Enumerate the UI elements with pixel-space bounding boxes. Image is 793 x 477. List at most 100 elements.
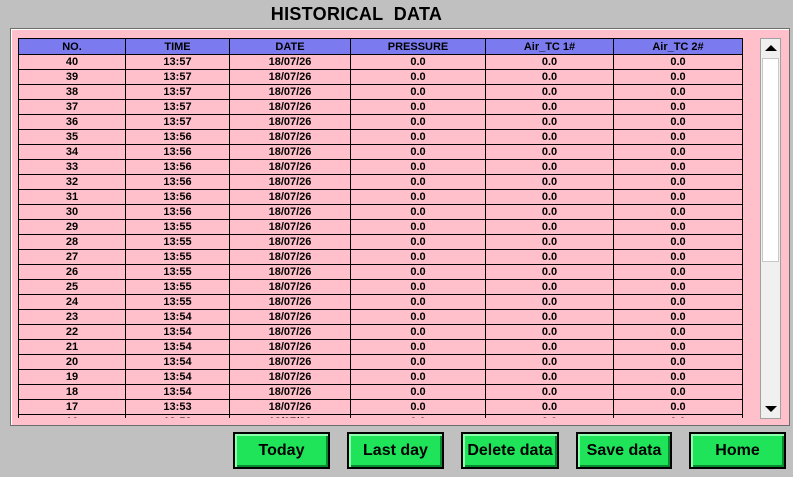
scroll-down-button[interactable]: [761, 400, 780, 418]
cell-pressure: 0.0: [350, 129, 486, 145]
today-button[interactable]: Today: [233, 432, 330, 469]
cell-air-tc-1: 0.0: [485, 354, 614, 370]
cell-air-tc-1: 0.0: [485, 399, 614, 415]
cell-pressure: 0.0: [350, 399, 486, 415]
table-row[interactable]: 36 13:57 18/07/26 0.0 0.0 0.0: [18, 114, 743, 130]
table-row[interactable]: 1613:5318/07/260.00.00.0: [18, 414, 743, 418]
table-row[interactable]: 25 13:55 18/07/26 0.0 0.0 0.0: [18, 279, 743, 295]
table-row[interactable]: 21 13:54 18/07/26 0.0 0.0 0.0: [18, 339, 743, 355]
cell-date: 18/07/26: [229, 414, 351, 418]
table-row[interactable]: 31 13:56 18/07/26 0.0 0.0 0.0: [18, 189, 743, 205]
cell-time: 13:56: [125, 159, 230, 175]
delete-data-button[interactable]: Delete data: [461, 432, 559, 469]
cell-time: 13:53: [125, 399, 230, 415]
column-header-air-tc-2[interactable]: Air_TC 2#: [613, 38, 743, 55]
column-header-air-tc-1[interactable]: Air_TC 1#: [485, 38, 614, 55]
table-row[interactable]: 22 13:54 18/07/26 0.0 0.0 0.0: [18, 324, 743, 340]
cell-air-tc-2: 0.0: [613, 309, 743, 325]
cell-date: 18/07/26: [229, 354, 351, 370]
table-row[interactable]: 38 13:57 18/07/26 0.0 0.0 0.0: [18, 84, 743, 100]
table-row[interactable]: 17 13:53 18/07/26 0.0 0.0 0.0: [18, 399, 743, 415]
cell-no: 24: [18, 294, 126, 310]
cell-air-tc-1: 0.0: [485, 144, 614, 160]
cell-air-tc-1: 0.0: [485, 369, 614, 385]
table-row[interactable]: 23 13:54 18/07/26 0.0 0.0 0.0: [18, 309, 743, 325]
table-row[interactable]: 18 13:54 18/07/26 0.0 0.0 0.0: [18, 384, 743, 400]
cell-date: 18/07/26: [229, 309, 351, 325]
cell-air-tc-1: 0.0: [485, 294, 614, 310]
table-row[interactable]: 33 13:56 18/07/26 0.0 0.0 0.0: [18, 159, 743, 175]
cell-no: 39: [18, 69, 126, 85]
cell-date: 18/07/26: [229, 159, 351, 175]
cell-pressure: 0.0: [350, 384, 486, 400]
table-row[interactable]: 29 13:55 18/07/26 0.0 0.0 0.0: [18, 219, 743, 235]
scroll-up-button[interactable]: [761, 39, 780, 57]
cell-air-tc-1: 0.0: [485, 414, 614, 418]
cell-air-tc-1: 0.0: [485, 99, 614, 115]
cell-no: 26: [18, 264, 126, 280]
table-row[interactable]: 32 13:56 18/07/26 0.0 0.0 0.0: [18, 174, 743, 190]
cell-no: 16: [18, 414, 126, 418]
cell-no: 40: [18, 54, 126, 70]
home-button[interactable]: Home: [689, 432, 786, 469]
cell-air-tc-2: 0.0: [613, 144, 743, 160]
table-row[interactable]: 20 13:54 18/07/26 0.0 0.0 0.0: [18, 354, 743, 370]
cell-pressure: 0.0: [350, 189, 486, 205]
cell-pressure: 0.0: [350, 174, 486, 190]
cell-no: 22: [18, 324, 126, 340]
cell-time: 13:57: [125, 54, 230, 70]
cell-no: 34: [18, 144, 126, 160]
cell-air-tc-1: 0.0: [485, 249, 614, 265]
cell-time: 13:56: [125, 174, 230, 190]
cell-pressure: 0.0: [350, 249, 486, 265]
cell-air-tc-2: 0.0: [613, 384, 743, 400]
cell-air-tc-1: 0.0: [485, 264, 614, 280]
table-row[interactable]: 30 13:56 18/07/26 0.0 0.0 0.0: [18, 204, 743, 220]
cell-air-tc-1: 0.0: [485, 69, 614, 85]
cell-date: 18/07/26: [229, 249, 351, 265]
cell-no: 32: [18, 174, 126, 190]
cell-air-tc-2: 0.0: [613, 249, 743, 265]
cell-date: 18/07/26: [229, 114, 351, 130]
cell-air-tc-2: 0.0: [613, 414, 743, 418]
table-row[interactable]: 39 13:57 18/07/26 0.0 0.0 0.0: [18, 69, 743, 85]
save-data-button[interactable]: Save data: [576, 432, 672, 469]
page-title: HISTORICAL DATA: [270, 4, 443, 24]
cell-air-tc-1: 0.0: [485, 279, 614, 295]
table-row[interactable]: 27 13:55 18/07/26 0.0 0.0 0.0: [18, 249, 743, 265]
cell-air-tc-2: 0.0: [613, 369, 743, 385]
table-row[interactable]: 26 13:55 18/07/26 0.0 0.0 0.0: [18, 264, 743, 280]
table-row[interactable]: 28 13:55 18/07/26 0.0 0.0 0.0: [18, 234, 743, 250]
cell-time: 13:57: [125, 99, 230, 115]
column-header-date[interactable]: DATE: [229, 38, 351, 55]
cell-date: 18/07/26: [229, 339, 351, 355]
table-row[interactable]: 34 13:56 18/07/26 0.0 0.0 0.0: [18, 144, 743, 160]
cell-air-tc-2: 0.0: [613, 114, 743, 130]
table-header-row: NO. TIME DATE PRESSURE Air_TC 1# Air_TC …: [18, 38, 743, 55]
cell-no: 33: [18, 159, 126, 175]
column-header-time[interactable]: TIME: [125, 38, 230, 55]
cell-time: 13:55: [125, 219, 230, 235]
column-header-pressure[interactable]: PRESSURE: [350, 38, 486, 55]
cell-air-tc-2: 0.0: [613, 69, 743, 85]
cell-air-tc-2: 0.0: [613, 189, 743, 205]
cell-air-tc-1: 0.0: [485, 309, 614, 325]
cell-date: 18/07/26: [229, 399, 351, 415]
table-row[interactable]: 35 13:56 18/07/26 0.0 0.0 0.0: [18, 129, 743, 145]
scrollbar-thumb[interactable]: [762, 58, 779, 262]
table-row[interactable]: 24 13:55 18/07/26 0.0 0.0 0.0: [18, 294, 743, 310]
cell-pressure: 0.0: [350, 99, 486, 115]
cell-time: 13:55: [125, 294, 230, 310]
cell-date: 18/07/26: [229, 204, 351, 220]
column-header-no[interactable]: NO.: [18, 38, 126, 55]
table-row[interactable]: 37 13:57 18/07/26 0.0 0.0 0.0: [18, 99, 743, 115]
cell-air-tc-2: 0.0: [613, 324, 743, 340]
table-row[interactable]: 40 13:57 18/07/26 0.0 0.0 0.0: [18, 54, 743, 70]
last-day-button[interactable]: Last day: [347, 432, 444, 469]
cell-time: 13:57: [125, 84, 230, 100]
vertical-scrollbar[interactable]: [760, 38, 781, 419]
cell-pressure: 0.0: [350, 369, 486, 385]
table-row[interactable]: 19 13:54 18/07/26 0.0 0.0 0.0: [18, 369, 743, 385]
history-table-viewport[interactable]: NO. TIME DATE PRESSURE Air_TC 1# Air_TC …: [18, 38, 744, 418]
history-panel: NO. TIME DATE PRESSURE Air_TC 1# Air_TC …: [10, 28, 790, 426]
